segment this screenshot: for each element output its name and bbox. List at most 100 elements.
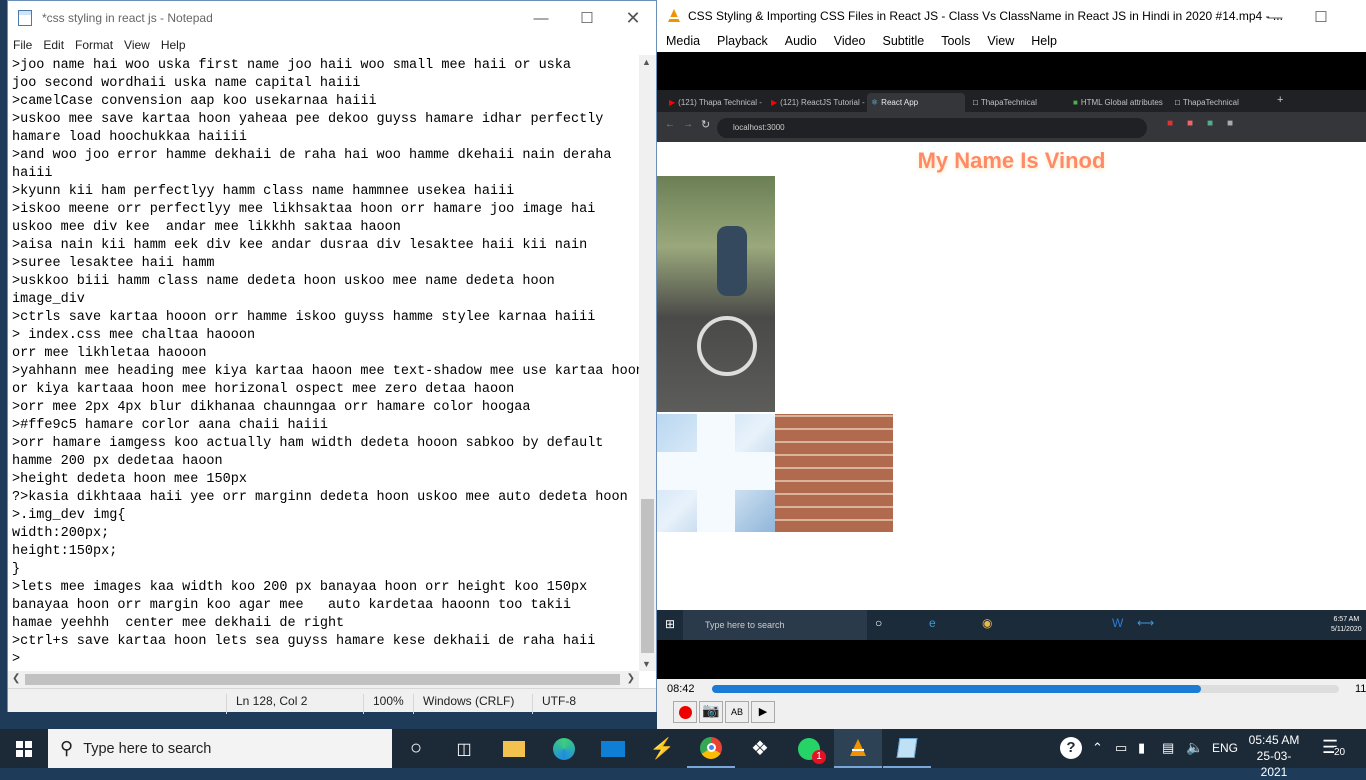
notepad-icon [18, 10, 32, 26]
browser-tab: ▶ (121) Thapa Technical - [669, 98, 762, 107]
scroll-up-icon[interactable]: ▲ [642, 57, 651, 67]
edge-icon: e [929, 616, 936, 630]
edge-icon [553, 737, 575, 760]
menu-audio[interactable]: Audio [776, 32, 825, 52]
menu-subtitle[interactable]: Subtitle [874, 32, 933, 52]
battery-icon[interactable]: ▮ [1138, 740, 1145, 756]
text-line: >.img_dev img{ [12, 508, 126, 523]
text-line: >height dedeta hoon mee 150px [12, 472, 247, 487]
start-button[interactable] [0, 729, 48, 768]
notepad-text[interactable]: >joo name hai woo uska first name joo ha… [8, 55, 639, 669]
status-divider [532, 694, 533, 714]
menu-format[interactable]: Format [70, 35, 119, 55]
status-divider [413, 694, 414, 714]
minimize-button[interactable]: — [1253, 0, 1297, 34]
loop-ab-icon: AB [730, 707, 743, 717]
record-button[interactable] [673, 701, 697, 723]
vlc-titlebar[interactable]: CSS Styling & Importing CSS Files in Rea… [657, 0, 1366, 32]
menu-help[interactable]: Help [156, 35, 192, 55]
record-icon [678, 705, 692, 719]
cortana-icon: ○ [875, 616, 883, 630]
menu-view[interactable]: View [119, 35, 156, 55]
maximize-button[interactable]: ☐ [564, 1, 610, 35]
scroll-left-icon[interactable]: ❮ [12, 673, 20, 684]
notepad-button[interactable] [883, 729, 931, 768]
whatsapp-button[interactable]: 1 [785, 729, 833, 768]
page-icon: ■ [1073, 98, 1078, 107]
clock-time: 05:45 AM [1248, 733, 1300, 747]
file-explorer-button[interactable] [490, 729, 538, 768]
video-taskbar-search: Type here to search [683, 610, 867, 640]
language-indicator[interactable]: ENG [1212, 741, 1238, 755]
browser-tabbar: ▶ (121) Thapa Technical - ▶ (121) ReactJS … [657, 90, 1366, 112]
action-center-button[interactable]: ☰ 20 [1318, 733, 1352, 763]
horizontal-scroll-thumb[interactable] [25, 674, 620, 685]
text-line: >kyunn kii ham perfectlyy hamm class nam… [12, 184, 515, 199]
minimize-button[interactable]: — [518, 1, 564, 35]
text-line: >ctrls save kartaa hooon orr hamme iskoo… [12, 310, 596, 325]
chevron-up-icon[interactable]: ⌃ [1092, 740, 1103, 756]
text-line: >#ffe9c5 hamare corlor aana chaii haiii [12, 418, 328, 433]
text-line: >lets mee images kaa width koo 200 px ba… [12, 580, 588, 595]
text-line: height:150px; [12, 544, 118, 559]
clock-date: 25-03-2021 [1256, 749, 1292, 779]
vlc-button[interactable] [834, 729, 882, 768]
notepad-text-area[interactable]: >joo name hai woo uska first name joo ha… [8, 55, 639, 671]
scroll-right-icon[interactable]: ❯ [627, 673, 635, 684]
menu-video[interactable]: Video [825, 32, 874, 52]
text-line: hamae yeehhh center mee dekhaii de right [12, 616, 345, 631]
mail-button[interactable] [589, 729, 637, 768]
app-button[interactable]: ⚡ [638, 729, 686, 768]
menu-playback[interactable]: Playback [708, 32, 776, 52]
network-icon[interactable]: ▤ [1162, 740, 1174, 756]
volume-icon[interactable]: 🔈 [1186, 739, 1203, 756]
menu-help[interactable]: Help [1022, 32, 1065, 52]
task-view-button[interactable]: ◫ [440, 729, 488, 768]
vscode-icon: ⟷ [1137, 616, 1155, 630]
video-frame[interactable]: ▶ (121) Thapa Technical - ▶ (121) ReactJS … [657, 52, 1366, 679]
notepad-titlebar[interactable]: *css styling in react js - Notepad — ☐ ✕ [8, 1, 656, 35]
help-icon[interactable]: ? [1060, 737, 1082, 759]
device-icon[interactable]: ▭ [1115, 740, 1127, 756]
folder-icon [503, 740, 525, 757]
reload-icon: ↻ [701, 119, 711, 131]
snapshot-button[interactable]: 📷 [699, 701, 723, 723]
vlc-window[interactable]: CSS Styling & Importing CSS Files in Rea… [657, 0, 1366, 729]
system-clock[interactable]: 05:45 AM 25-03-2021 [1246, 732, 1302, 780]
menu-file[interactable]: File [8, 35, 38, 55]
bike-image [657, 176, 775, 412]
chrome-icon [700, 736, 722, 759]
menu-media[interactable]: Media [657, 32, 708, 52]
react-app-page: My Name Is Vinod [657, 142, 1366, 610]
text-line: uskoo mee div kee andar mee likkhh sakta… [12, 220, 401, 235]
mail-icon [601, 740, 625, 757]
taskbar-search-box[interactable]: ⚲ Type here to search [48, 729, 392, 768]
text-line: image_div [12, 292, 85, 307]
text-line: } [12, 562, 21, 577]
new-tab-icon: + [1277, 94, 1284, 106]
notepad-window[interactable]: *css styling in react js - Notepad — ☐ ✕… [7, 0, 657, 714]
close-button[interactable]: ✕ [610, 1, 656, 35]
menu-tools[interactable]: Tools [932, 32, 978, 52]
browser-tab: ▶ (121) ReactJS Tutorial - [771, 98, 865, 107]
vlc-title: CSS Styling & Importing CSS Files in Rea… [688, 9, 1283, 23]
loop-ab-button[interactable]: AB [725, 701, 749, 723]
menu-edit[interactable]: Edit [38, 35, 70, 55]
scroll-down-icon[interactable]: ▼ [642, 659, 651, 669]
seek-bar[interactable] [712, 685, 1339, 693]
cortana-button[interactable]: ○ [392, 729, 440, 768]
notepad-icon [896, 737, 918, 758]
text-line: >uskoo mee save kartaa hoon yaheaa pee d… [12, 112, 604, 127]
encoding: UTF-8 [542, 694, 576, 708]
edge-button[interactable] [540, 729, 588, 768]
vertical-scroll-thumb[interactable] [641, 499, 654, 653]
windows-icon [16, 740, 32, 757]
dropbox-button[interactable]: ❖ [736, 729, 784, 768]
chrome-button[interactable] [687, 729, 735, 768]
menu-view[interactable]: View [978, 32, 1022, 52]
windows-icon: ⊞ [665, 617, 676, 631]
frame-step-button[interactable]: ▶ [751, 701, 775, 723]
text-line: >ctrl+s save kartaa hoon lets sea guyss … [12, 634, 596, 649]
text-line: > index.css mee chaltaa haooon [12, 328, 256, 343]
maximize-button[interactable]: ☐ [1299, 0, 1343, 34]
